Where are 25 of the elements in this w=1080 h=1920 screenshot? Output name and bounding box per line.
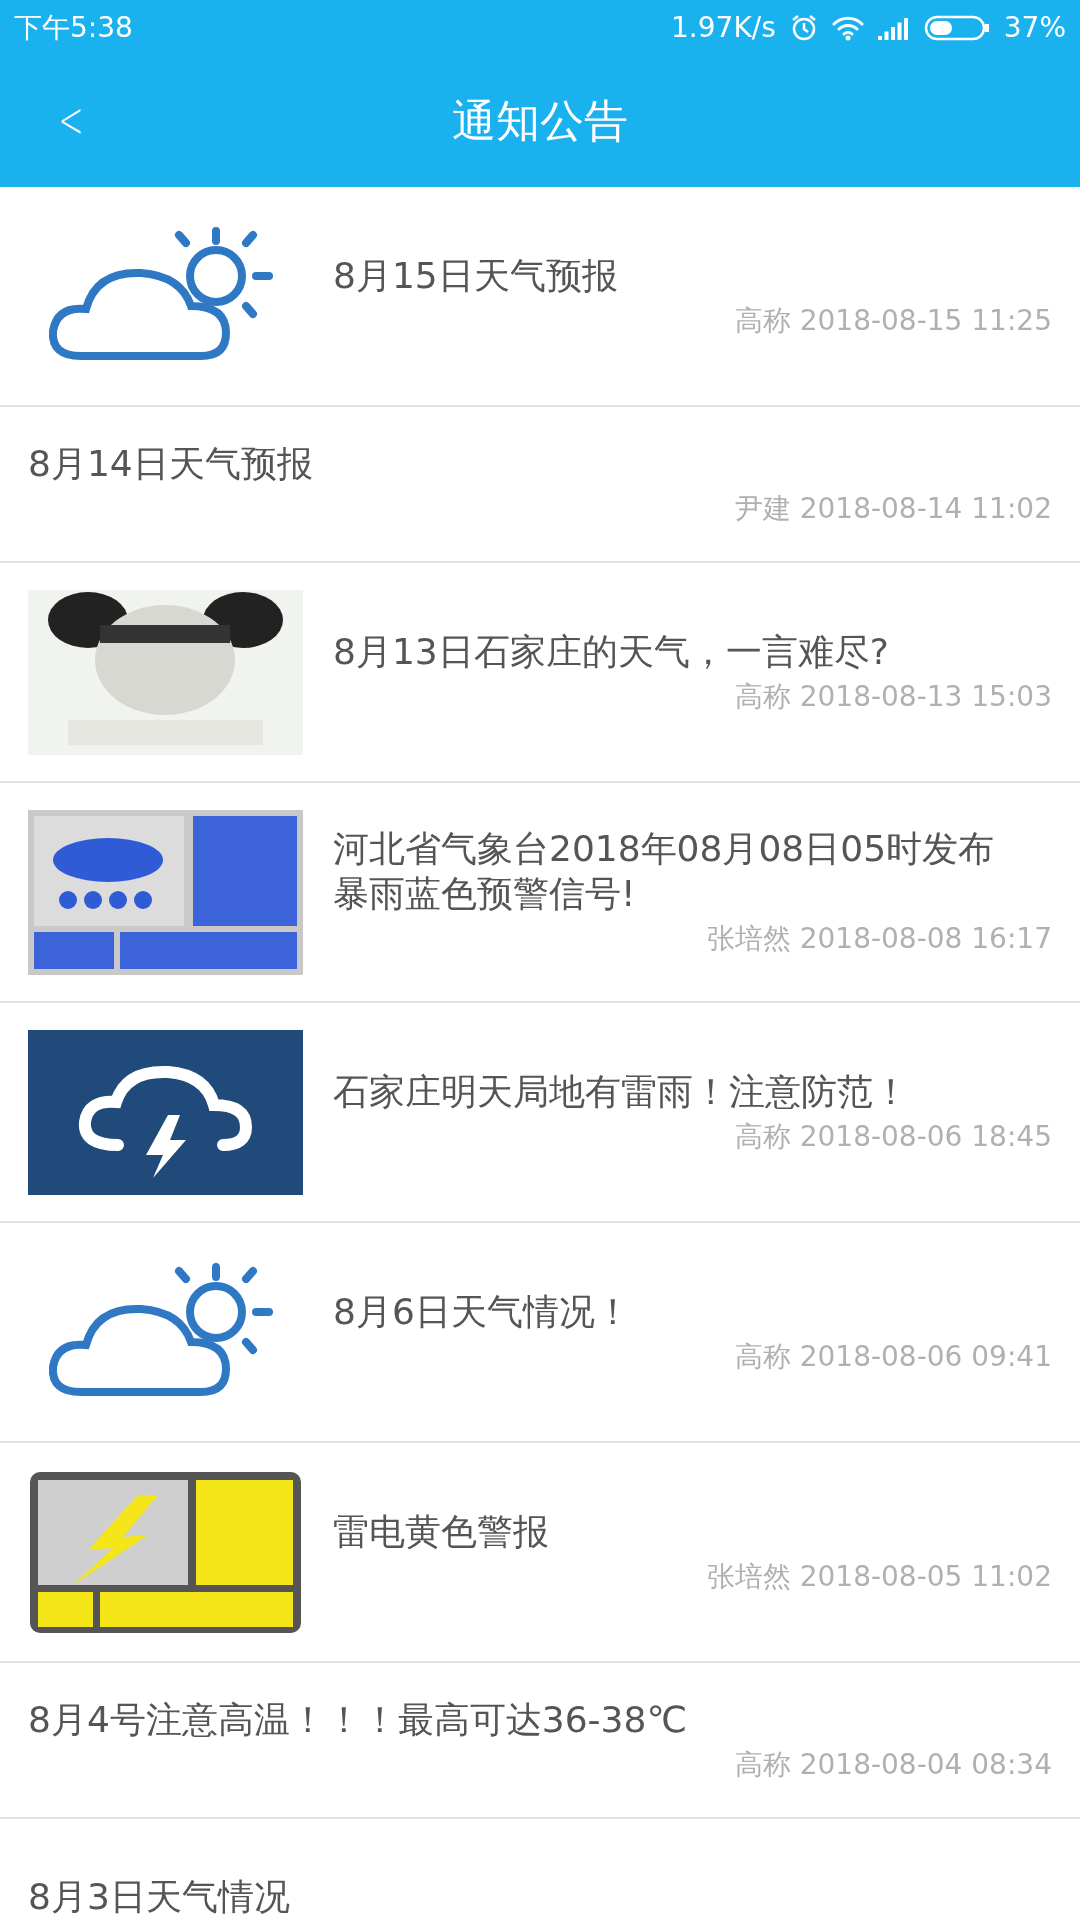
- network-speed: 1.97K/s: [671, 11, 776, 44]
- notice-title[interactable]: 石家庄明天局地有雷雨！注意防范！: [333, 1068, 1052, 1114]
- notice-title[interactable]: 8月15日天气预报: [333, 252, 1052, 298]
- battery-percent: 37%: [1003, 11, 1066, 44]
- wifi-icon: [831, 14, 864, 41]
- notice-title[interactable]: 雷电黄色警报: [333, 1508, 1052, 1554]
- notice-meta: 高称 2018-08-06 09:41: [733, 1338, 1052, 1375]
- notice-meta: 高称 2018-08-13 15:03: [733, 678, 1052, 715]
- notice-meta: 尹建 2018-08-14 11:02: [733, 490, 1052, 527]
- notice-title[interactable]: 8月3日天气情况: [28, 1873, 1052, 1919]
- notice-meta: 张培然 2018-08-08 16:17: [705, 921, 1052, 957]
- thunder-cloud-icon: [28, 1029, 303, 1195]
- notice-title[interactable]: 8月14日天气预报: [28, 440, 1052, 486]
- notice-title[interactable]: 河北省气象台2018年08月08日05时发布暴雨蓝色预警信号!: [333, 826, 1052, 916]
- notice-meta: 高称 2018-08-06 18:45: [733, 1118, 1052, 1155]
- notice-title[interactable]: 8月4号注意高温！！！最高可达36-38℃: [28, 1696, 1052, 1742]
- page-title: 通知公告: [452, 93, 628, 148]
- status-time: 下午5:38: [14, 9, 133, 46]
- notice-title[interactable]: 8月13日石家庄的天气，一言难尽?: [333, 628, 1052, 674]
- notice-meta: 张培然 2018-08-05 11:02: [705, 1558, 1052, 1595]
- notice-meta: 高称 2018-08-15 11:25: [733, 302, 1052, 339]
- battery-icon: [923, 13, 990, 42]
- notice-meta: 高称 2018-08-04 08:34: [733, 1746, 1052, 1783]
- signal-icon: [877, 15, 910, 40]
- notice-title[interactable]: 8月6日天气情况！: [333, 1288, 1052, 1334]
